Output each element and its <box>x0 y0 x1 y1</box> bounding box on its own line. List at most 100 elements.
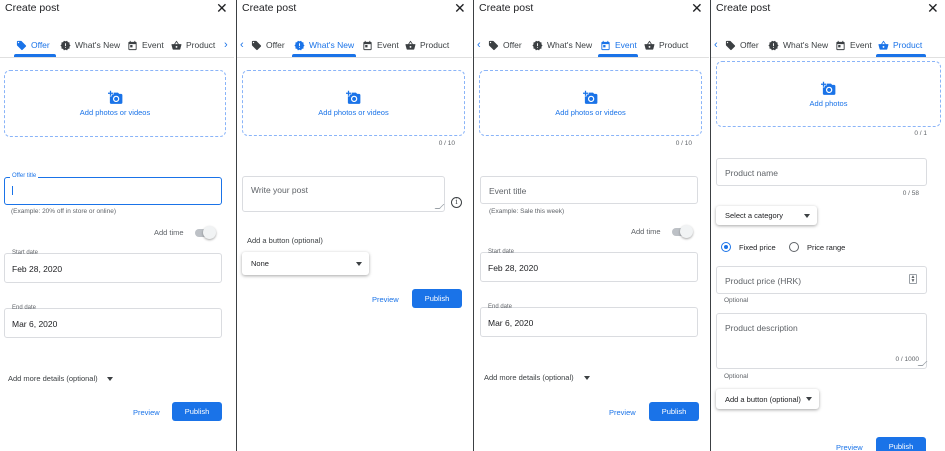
tab-label: Event <box>615 40 637 50</box>
number-spinner-icon[interactable]: ▲ ▼ <box>909 274 917 284</box>
upload-label: Add photos or videos <box>555 107 626 117</box>
close-icon[interactable]: ✕ <box>927 0 939 16</box>
caret-down-icon <box>356 262 362 266</box>
tab-product[interactable]: Product <box>878 34 922 56</box>
price-hint: Optional <box>724 297 749 304</box>
add-photo-icon <box>107 90 122 104</box>
upload-label: Add photos or videos <box>79 108 151 117</box>
caret-down-icon <box>804 214 810 218</box>
tab-event[interactable]: Event <box>127 34 164 56</box>
more-details-label: Add more details (optional) <box>484 373 574 382</box>
badge-icon <box>532 40 543 50</box>
tab-label: Product <box>659 40 689 50</box>
publish-button[interactable]: Publish <box>649 402 699 421</box>
upload-dropzone[interactable]: Add photos or videos <box>242 70 465 136</box>
tab-whats-new[interactable]: What's New <box>294 34 354 56</box>
preview-button[interactable]: Preview <box>609 408 636 417</box>
tab-label: Offer <box>740 40 759 50</box>
tab-product[interactable]: Product <box>644 34 688 56</box>
end-date-value: Mar 6, 2020 <box>488 318 534 328</box>
start-date-label: Start date <box>12 250 39 256</box>
offer-title-label: Offer title <box>10 173 39 179</box>
event-title-hint: (Example: Sale this week) <box>489 208 565 215</box>
tab-event[interactable]: Event <box>362 34 399 56</box>
upload-dropzone[interactable]: Add photos or videos <box>4 70 226 137</box>
calendar-icon <box>836 40 845 50</box>
offer-title-input[interactable] <box>4 177 222 205</box>
tag-icon <box>488 40 499 50</box>
tab-whats-new[interactable]: What's New <box>60 34 120 56</box>
add-time-toggle[interactable] <box>195 226 216 239</box>
preview-button[interactable]: Preview <box>372 295 399 304</box>
name-counter: 0 / 58 <box>902 190 919 197</box>
add-more-details-button[interactable]: Add more details (optional) <box>484 373 574 382</box>
chevron-left-icon[interactable]: ‹ <box>240 39 244 51</box>
start-date-value: Feb 28, 2020 <box>12 264 63 274</box>
publish-button[interactable]: Publish <box>172 402 222 421</box>
tab-offer[interactable]: Offer <box>725 34 759 56</box>
tab-event[interactable]: Event <box>600 34 637 56</box>
fixed-price-label: Fixed price <box>739 243 776 252</box>
start-date-value: Feb 28, 2020 <box>488 263 539 273</box>
add-time-toggle[interactable] <box>672 225 693 238</box>
select-value: Select a category <box>725 211 783 220</box>
preview-button[interactable]: Preview <box>836 443 863 451</box>
info-icon[interactable]: i <box>451 197 462 208</box>
tab-whats-new[interactable]: What's New <box>768 34 828 56</box>
price-range-radio[interactable] <box>789 242 799 252</box>
product-panel: Create post ✕ ‹ Offer What's New Event P… <box>711 0 945 451</box>
chevron-left-icon[interactable]: ‹ <box>477 39 481 51</box>
preview-button[interactable]: Preview <box>133 408 160 417</box>
add-button-select[interactable]: Add a button (optional) <box>716 389 819 409</box>
badge-icon <box>768 40 779 50</box>
tab-label: Event <box>142 40 164 50</box>
tab-label: Event <box>377 40 399 50</box>
tab-product[interactable]: Product <box>405 34 449 56</box>
product-name-placeholder: Product name <box>725 168 778 178</box>
text-cursor <box>12 186 13 195</box>
upload-dropzone[interactable]: Add photos or videos <box>479 70 702 136</box>
end-date-label: End date <box>488 304 513 310</box>
close-icon[interactable]: ✕ <box>454 0 466 16</box>
tab-label: Offer <box>266 40 285 50</box>
badge-icon <box>60 40 71 50</box>
shopping-basket-icon <box>405 40 416 50</box>
add-more-details-button[interactable]: Add more details (optional) <box>8 374 98 383</box>
shopping-basket-icon <box>171 40 182 50</box>
tab-offer[interactable]: Offer <box>16 34 50 56</box>
dialog-title: Create post <box>5 2 60 14</box>
tab-label: Product <box>420 40 450 50</box>
add-button-label: Add a button (optional) <box>247 236 323 245</box>
chevron-left-icon[interactable]: ‹ <box>714 39 718 51</box>
end-date-label: End date <box>12 305 37 311</box>
upload-dropzone[interactable]: Add photos <box>716 61 941 127</box>
close-icon[interactable]: ✕ <box>691 0 703 16</box>
publish-button[interactable]: Publish <box>412 289 462 308</box>
tab-offer[interactable]: Offer <box>488 34 522 56</box>
add-time-label: Add time <box>154 228 184 237</box>
tab-offer[interactable]: Offer <box>251 34 285 56</box>
product-price-placeholder: Product price (HRK) <box>725 276 802 286</box>
tab-whats-new[interactable]: What's New <box>532 34 592 56</box>
add-time-label: Add time <box>631 227 661 236</box>
start-date-label: Start date <box>488 249 515 255</box>
calendar-icon <box>363 40 372 50</box>
dialog-title: Create post <box>479 2 534 14</box>
button-type-select[interactable]: None <box>242 252 369 275</box>
tab-event[interactable]: Event <box>835 34 872 56</box>
offer-title-hint: (Example: 20% off in store or online) <box>11 208 117 215</box>
fixed-price-radio[interactable] <box>721 242 731 252</box>
offer-panel: Create post ✕ Offer What's New Event Pro… <box>0 0 234 451</box>
chevron-right-icon[interactable]: › <box>224 39 228 51</box>
tab-product[interactable]: Product <box>171 34 215 56</box>
tab-label: Product <box>186 40 216 50</box>
media-counter: 0 / 10 <box>675 140 692 147</box>
post-placeholder: Write your post <box>251 185 309 195</box>
tab-label: Product <box>893 40 923 50</box>
whats-new-panel: Create post ✕ ‹ Offer What's New Event P… <box>237 0 472 451</box>
publish-button[interactable]: Publish <box>876 437 926 451</box>
caret-down-icon <box>584 376 590 380</box>
close-icon[interactable]: ✕ <box>216 0 228 16</box>
tab-label: Offer <box>503 40 522 50</box>
category-select[interactable]: Select a category <box>716 206 817 225</box>
